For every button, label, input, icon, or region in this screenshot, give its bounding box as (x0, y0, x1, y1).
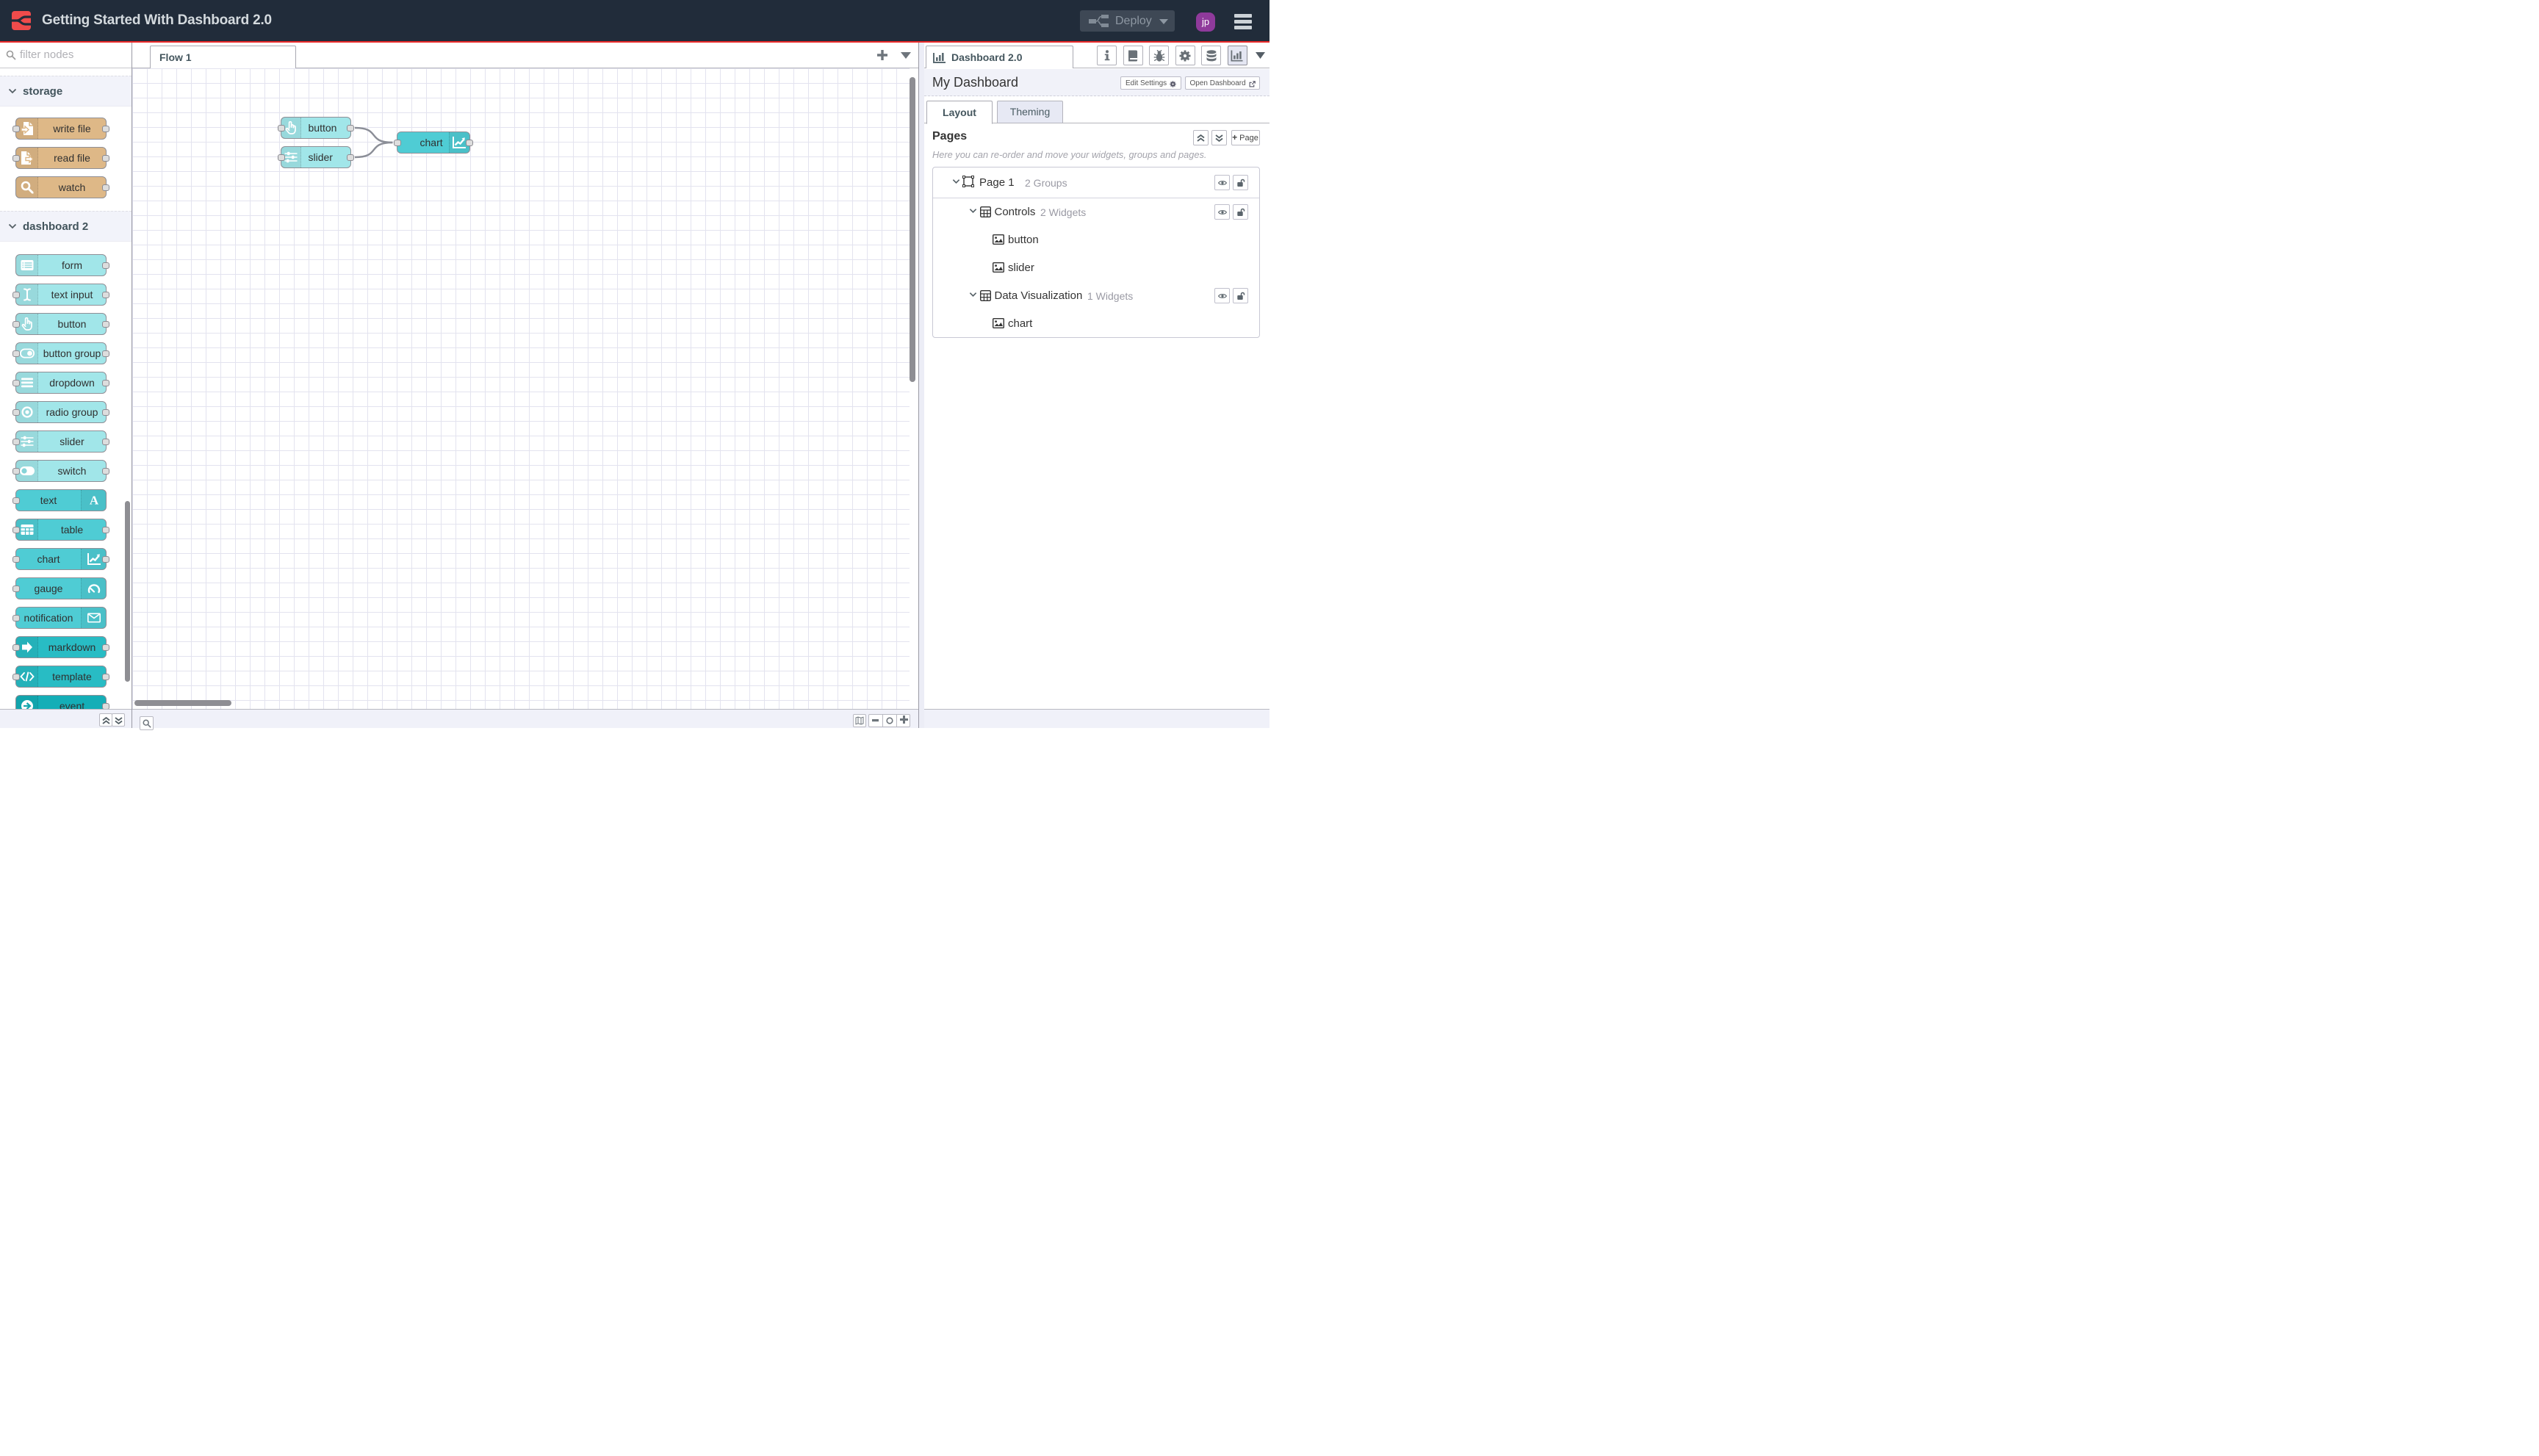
svg-text:A: A (89, 494, 98, 506)
